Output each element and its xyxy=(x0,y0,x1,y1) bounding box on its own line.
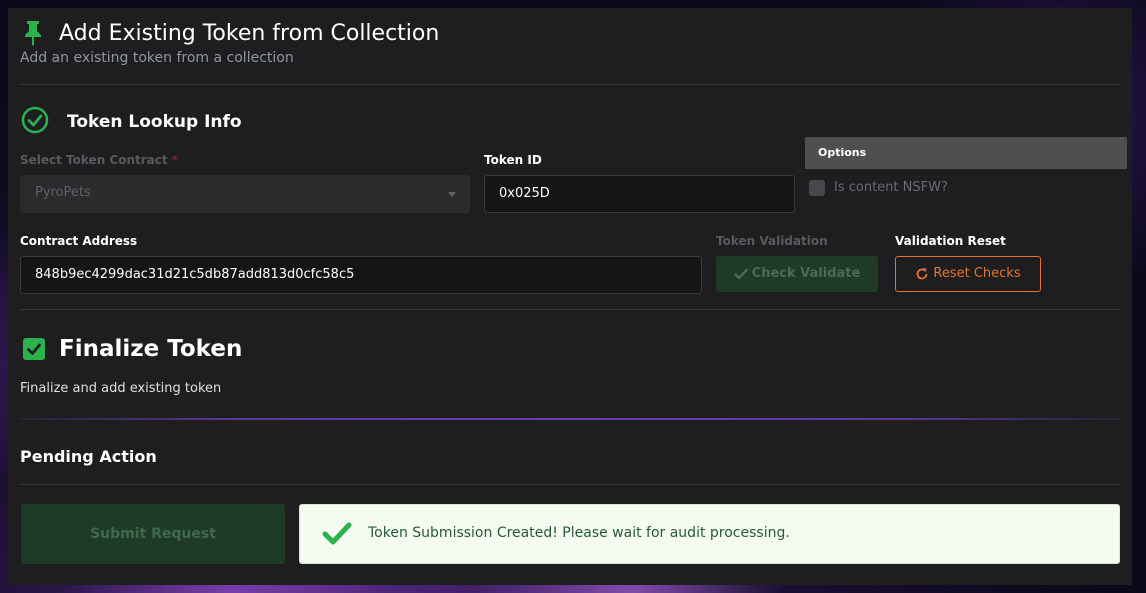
check-icon xyxy=(322,522,352,545)
divider xyxy=(20,484,1120,485)
pending-section-title: Pending Action xyxy=(20,447,157,466)
contract-select-label: Select Token Contract * xyxy=(20,153,178,167)
divider xyxy=(20,309,1120,310)
lookup-section-title: Token Lookup Info xyxy=(67,112,242,132)
required-mark: * xyxy=(171,153,179,167)
contract-address-label: Contract Address xyxy=(20,234,138,248)
alert-message: Token Submission Created! Please wait fo… xyxy=(368,525,790,541)
divider xyxy=(20,84,1120,85)
pin-icon xyxy=(25,21,41,46)
submit-request-button[interactable]: Submit Request xyxy=(21,504,285,564)
token-validation-label: Token Validation xyxy=(716,234,828,248)
check-validate-button[interactable]: Check Validate xyxy=(716,256,878,292)
check-validate-label: Check Validate xyxy=(751,266,861,281)
check-icon xyxy=(733,268,748,279)
finalize-section-title: Finalize Token xyxy=(59,336,243,362)
validation-reset-label: Validation Reset xyxy=(895,234,1006,248)
options-panel-header: Options xyxy=(805,137,1127,169)
page-title: Add Existing Token from Collection xyxy=(59,21,440,46)
nsfw-label: Is content NSFW? xyxy=(834,180,948,195)
contract-select-label-text: Select Token Contract xyxy=(20,153,168,167)
page-subtitle: Add an existing token from a collection xyxy=(20,50,294,66)
check-circle-icon xyxy=(21,106,49,134)
token-contract-select-value: PyroPets xyxy=(35,185,91,200)
redo-icon xyxy=(917,267,928,279)
contract-address-input[interactable]: 848b9ec4299dac31d21c5db87add813d0cfc58c5 xyxy=(20,256,702,294)
check-square-icon xyxy=(23,338,45,360)
reset-checks-button[interactable]: Reset Checks xyxy=(895,256,1041,292)
token-contract-select[interactable]: PyroPets xyxy=(20,175,470,213)
finalize-description: Finalize and add existing token xyxy=(20,381,222,396)
token-id-input[interactable]: 0x025D xyxy=(484,175,795,213)
section-separator xyxy=(20,418,1120,420)
success-alert: Token Submission Created! Please wait fo… xyxy=(299,504,1120,564)
options-title: Options xyxy=(818,146,867,159)
chevron-down-icon xyxy=(448,192,456,197)
nsfw-checkbox[interactable] xyxy=(809,180,825,196)
reset-checks-label: Reset Checks xyxy=(933,266,1021,281)
token-id-label: Token ID xyxy=(484,153,542,167)
main-panel: Add Existing Token from Collection Add a… xyxy=(8,8,1132,585)
